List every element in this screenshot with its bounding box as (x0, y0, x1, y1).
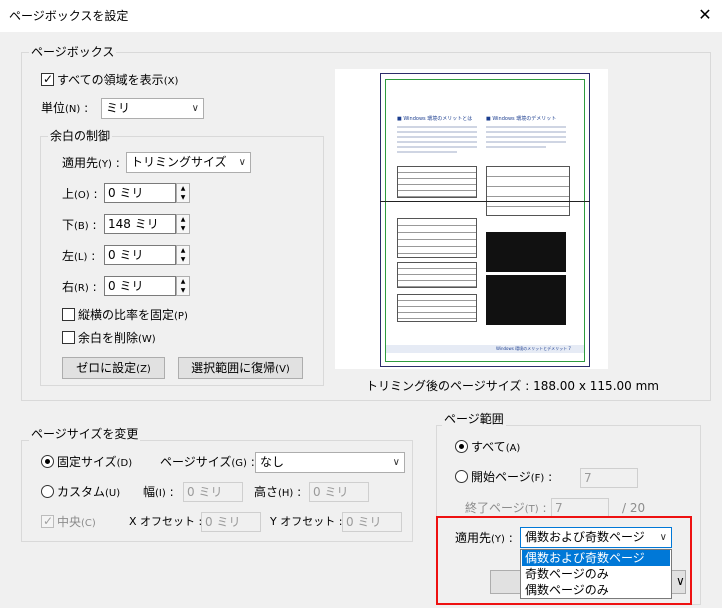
y-offset-label: Y オフセット : (270, 515, 343, 528)
from-page-label: 開始ページ(F) : (471, 470, 553, 484)
close-icon[interactable]: ✕ (694, 4, 716, 26)
bottom-margin-stepper[interactable]: ▲ ▼ (176, 214, 190, 234)
margin-control-legend: 余白の制御 (48, 129, 113, 143)
preview-heading-left: ■ Windows 環境のメリットとは (397, 116, 473, 122)
right-margin-input[interactable]: 0 ミリ (104, 276, 176, 296)
custom-size-label: カスタム(U) (57, 485, 121, 499)
page-box-legend: ページボックス (29, 45, 117, 59)
revert-to-selection-button[interactable]: 選択範囲に復帰(V) (178, 357, 303, 379)
to-page-input[interactable]: 7 (551, 498, 609, 518)
center-checkbox[interactable] (41, 514, 54, 528)
preview-footer-text: Windows 環境のメリットとデメリット 7 (496, 346, 571, 351)
left-margin-stepper[interactable]: ▲ ▼ (176, 245, 190, 265)
left-margin-label: 左(L) : (62, 249, 96, 263)
preview-text-line (397, 151, 457, 153)
top-margin-stepper[interactable]: ▲ ▼ (176, 183, 190, 203)
from-page-radio[interactable] (455, 470, 468, 483)
page-size-select[interactable]: なし ∨ (255, 452, 405, 473)
remove-white-margins-checkbox[interactable] (62, 331, 75, 344)
page-size-legend: ページサイズを変更 (29, 427, 141, 441)
trim-size-text: トリミング後のページサイズ : 188.00 x 115.00 mm (366, 379, 659, 393)
top-margin-input[interactable]: 0 ミリ (104, 183, 176, 203)
all-pages-radio[interactable] (455, 440, 468, 453)
preview-text-line (486, 146, 546, 148)
preview-screenshot (486, 232, 566, 272)
chevron-down-icon: ∨ (191, 103, 199, 114)
custom-size-radio[interactable] (41, 485, 54, 498)
width-label: 幅(I) : (143, 485, 174, 499)
page-size-label: ページサイズ(G) : (160, 455, 255, 469)
from-page-input[interactable]: 7 (580, 468, 638, 488)
preview-text-line (486, 126, 566, 128)
preview-table (397, 166, 477, 198)
preview-text-line (397, 126, 477, 128)
preview-table (397, 262, 477, 288)
width-input[interactable]: 0 ミリ (183, 482, 243, 502)
preview-heading-right: ■ Windows 環境のデメリット (486, 116, 557, 122)
preview-text-line (486, 136, 566, 138)
preview-table (397, 294, 477, 322)
apply-to-select[interactable]: トリミングサイズ ∨ (126, 152, 251, 173)
preview-text-line (486, 131, 566, 133)
chevron-down-icon: ∨ (392, 457, 400, 468)
highlight-callout (436, 516, 692, 605)
set-to-zero-button[interactable]: ゼロに設定(Z) (62, 357, 165, 379)
fixed-size-label: 固定サイズ(D) (57, 455, 133, 469)
preview-text-line (397, 136, 477, 138)
all-pages-label: すべて(A) (471, 440, 521, 454)
bottom-margin-input[interactable]: 148 ミリ (104, 214, 176, 234)
preview-text-line (397, 141, 477, 143)
center-label: 中央(C) (57, 515, 96, 529)
preview-text-line (486, 141, 566, 143)
total-pages-text: / 20 (622, 501, 646, 515)
height-input[interactable]: 0 ミリ (309, 482, 369, 502)
y-offset-input[interactable]: 0 ミリ (342, 512, 402, 532)
x-offset-label: X オフセット : (129, 515, 203, 528)
right-margin-stepper[interactable]: ▲ ▼ (176, 276, 190, 296)
constrain-proportions-label: 縦横の比率を固定(P) (78, 308, 188, 322)
preview-text-line (397, 146, 477, 148)
bottom-margin-label: 下(B) : (62, 218, 97, 232)
fixed-size-radio[interactable] (41, 455, 54, 468)
right-margin-label: 右(R) : (62, 280, 97, 294)
preview-text-line (397, 131, 477, 133)
units-label: 単位(N) : (41, 101, 89, 115)
constrain-proportions-checkbox[interactable] (62, 308, 75, 321)
show-all-label: すべての領域を表示(X) (57, 73, 179, 87)
preview-screenshot (486, 275, 566, 325)
apply-to-label: 適用先(Y) : (62, 156, 120, 170)
units-select[interactable]: ミリ ∨ (101, 98, 204, 119)
chevron-down-icon: ∨ (238, 157, 246, 168)
dialog-title: ページボックスを設定 (9, 9, 129, 23)
preview-table (486, 166, 570, 216)
x-offset-input[interactable]: 0 ミリ (201, 512, 261, 532)
top-margin-label: 上(O) : (62, 187, 98, 201)
height-label: 高さ(H) : (254, 485, 302, 499)
trim-line (380, 201, 590, 202)
remove-white-margins-label: 余白を削除(W) (78, 331, 156, 345)
show-all-checkbox[interactable] (41, 72, 54, 86)
left-margin-input[interactable]: 0 ミリ (104, 245, 176, 265)
page-range-legend: ページ範囲 (442, 412, 506, 426)
preview-table (397, 218, 477, 258)
